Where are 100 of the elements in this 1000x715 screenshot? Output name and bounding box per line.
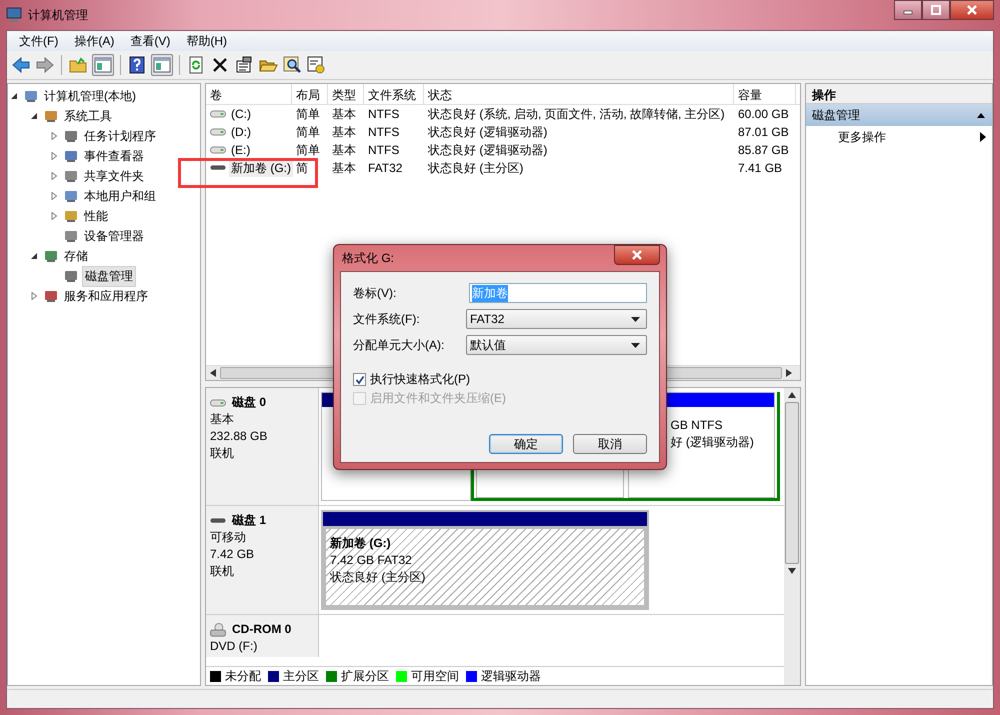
actions-header: 操作 (806, 84, 992, 104)
search-icon[interactable] (282, 55, 302, 75)
drive-icon (210, 516, 226, 524)
maximize-button[interactable] (922, 0, 950, 20)
tree-item[interactable]: 任务计划程序 (82, 126, 158, 146)
disk-name: CD-ROM 0 (232, 621, 292, 638)
dropdown-arrow-icon (631, 316, 640, 322)
table-cell: NTFS (368, 143, 400, 157)
node-icon (43, 248, 59, 264)
node-icon (23, 88, 39, 104)
field-label: 分配单元大小(A): (353, 336, 444, 354)
scroll-right-icon[interactable] (786, 369, 792, 377)
minimize-button[interactable] (894, 0, 922, 20)
node-icon (63, 268, 79, 284)
table-cell: 简单 (296, 124, 320, 140)
dialog-title: 格式化 G: (342, 250, 394, 266)
scroll-up-icon[interactable] (788, 392, 796, 398)
volume-name[interactable]: (C:) (229, 107, 253, 121)
node-icon (63, 208, 79, 224)
table-cell: NTFS (368, 125, 400, 139)
tree-item[interactable]: 磁盘管理 (82, 266, 136, 286)
tree-item[interactable]: 设备管理器 (82, 226, 146, 246)
table-cell: 状态良好 (逻辑驱动器) (428, 142, 548, 158)
disk-name: 磁盘 1 (232, 512, 266, 529)
help-icon[interactable] (127, 55, 147, 75)
tree-item[interactable]: 计算机管理(本地) (42, 86, 138, 106)
pane-icon[interactable] (92, 54, 114, 76)
menu-item[interactable]: 帮助(H) (178, 32, 235, 50)
column-header[interactable]: 状态 (424, 84, 734, 104)
disk-info: 232.88 GB (210, 428, 268, 445)
disk-info: 联机 (210, 563, 235, 580)
disk-info: 联机 (210, 445, 235, 462)
close-icon (967, 5, 977, 15)
table-cell: NTFS (368, 107, 400, 121)
menu-item[interactable]: 操作(A) (66, 32, 122, 50)
table-cell: 基本 (332, 124, 356, 140)
volume-name[interactable]: (E:) (229, 143, 252, 157)
maximize-icon (931, 5, 941, 15)
properties-icon[interactable] (234, 55, 254, 75)
legend-label: 主分区 (283, 668, 319, 684)
disk-info: 7.42 GB (210, 546, 256, 563)
window-title: 计算机管理 (28, 6, 88, 24)
tree-item[interactable]: 存储 (62, 246, 90, 266)
settings-icon[interactable] (306, 55, 326, 75)
table-cell: 简 (296, 160, 308, 176)
table-cell: 简单 (296, 142, 320, 158)
scroll-left-icon[interactable] (210, 369, 216, 377)
dialog-button[interactable]: 确定 (489, 434, 563, 454)
forward-arrow-icon[interactable] (35, 55, 55, 75)
disc-drive-icon (210, 622, 226, 636)
tree-item[interactable]: 性能 (82, 206, 110, 226)
drive-icon (210, 128, 226, 136)
tree-item[interactable]: 系统工具 (62, 106, 114, 126)
disk-info: 可移动 (210, 529, 247, 546)
column-header[interactable]: 文件系统 (364, 84, 424, 104)
node-icon (63, 128, 79, 144)
disk-name: 磁盘 0 (232, 394, 266, 411)
table-cell: FAT32 (368, 161, 402, 175)
column-header[interactable]: 卷 (206, 84, 292, 104)
close-button[interactable] (614, 245, 660, 265)
partition[interactable]: 新加卷 (G:) 7.42 GB FAT32 状态良好 (主分区) (321, 510, 649, 610)
scroll-down-icon[interactable] (788, 568, 796, 574)
partition-title: 新加卷 (G:) (330, 535, 392, 552)
drive-icon (210, 110, 226, 118)
tree-item[interactable]: 事件查看器 (82, 146, 146, 166)
close-button[interactable] (950, 0, 994, 20)
dropdown[interactable]: FAT32 (466, 309, 647, 329)
checkbox[interactable] (353, 373, 366, 386)
computer-icon (6, 7, 22, 23)
disk-info: DVD (F:) (210, 638, 258, 655)
back-arrow-icon[interactable] (11, 55, 31, 75)
action-item[interactable]: 更多操作 (806, 126, 992, 148)
field-label: 卷标(V): (353, 284, 396, 302)
vertical-scrollbar[interactable] (784, 388, 800, 685)
table-cell: 状态良好 (逻辑驱动器) (428, 124, 548, 140)
disk-info: 基本 (210, 411, 235, 428)
partition-info: 好 (逻辑驱动器) (670, 434, 755, 451)
node-icon (63, 188, 79, 204)
node-icon (63, 168, 79, 184)
volume-name[interactable]: (D:) (229, 125, 253, 139)
table-cell: 状态良好 (主分区) (428, 160, 524, 176)
table-cell: 60.00 GB (738, 107, 789, 121)
actions-section[interactable]: 磁盘管理 (806, 104, 992, 126)
checkbox-label: 执行快速格式化(P) (370, 371, 470, 388)
dialog-button[interactable]: 取消 (573, 434, 647, 454)
pane-icon[interactable] (151, 54, 173, 76)
menu-item[interactable]: 查看(V) (122, 32, 178, 50)
menu-item[interactable]: 文件(F) (11, 32, 66, 50)
legend-label: 可用空间 (411, 668, 459, 684)
tree-item[interactable]: 共享文件夹 (82, 166, 146, 186)
column-header[interactable]: 布局 (292, 84, 328, 104)
tree-item[interactable]: 本地用户和组 (82, 186, 158, 206)
partition-info: GB NTFS (670, 417, 724, 434)
node-icon (43, 108, 59, 124)
folder-icon[interactable] (68, 55, 88, 75)
dropdown[interactable]: 默认值 (466, 335, 647, 355)
drive-icon (210, 146, 226, 154)
column-header[interactable]: 容量 (734, 84, 796, 104)
column-header[interactable]: 类型 (328, 84, 364, 104)
tree-item[interactable]: 服务和应用程序 (62, 286, 150, 306)
